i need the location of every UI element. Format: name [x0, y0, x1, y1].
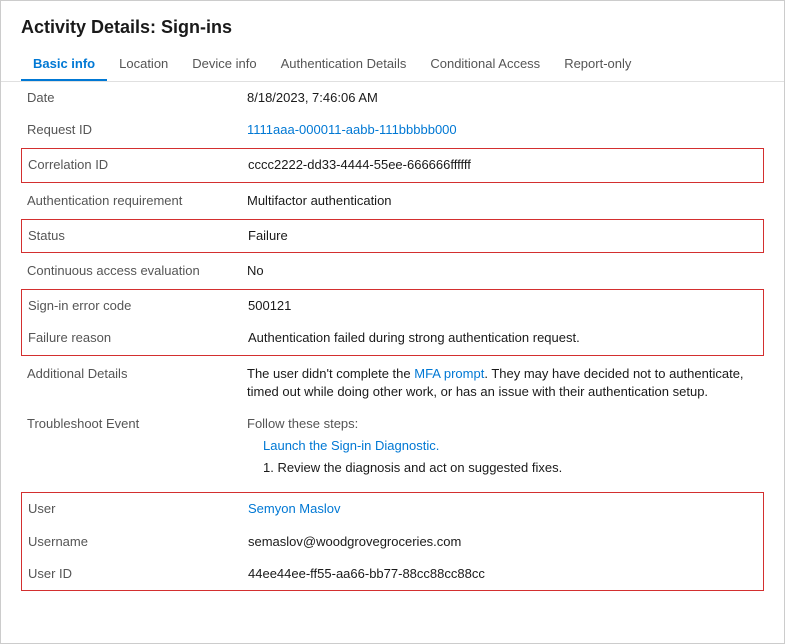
failure-reason-label: Failure reason [28, 329, 248, 345]
continuous-label: Continuous access evaluation [27, 262, 247, 278]
continuous-row: Continuous access evaluation No [21, 255, 764, 287]
tab-authentication-details[interactable]: Authentication Details [269, 48, 419, 81]
additional-details-text1: The user didn't complete the [247, 366, 414, 381]
user-row: User Semyon Maslov [22, 493, 763, 525]
title-bar: Activity Details: Sign-ins [1, 1, 784, 48]
user-id-value: 44ee44ee-ff55-aa66-bb77-88cc88cc88cc [248, 565, 757, 583]
tab-basic-info[interactable]: Basic info [21, 48, 107, 81]
page-title: Activity Details: Sign-ins [21, 17, 764, 38]
status-label: Status [28, 227, 248, 243]
additional-details-label: Additional Details [27, 365, 247, 381]
correlation-id-row: Correlation ID cccc2222-dd33-4444-55ee-6… [22, 149, 763, 181]
date-value: 8/18/2023, 7:46:06 AM [247, 89, 758, 107]
tab-report-only[interactable]: Report-only [552, 48, 643, 81]
status-box: Status Failure [21, 219, 764, 253]
correlation-id-box: Correlation ID cccc2222-dd33-4444-55ee-6… [21, 148, 764, 182]
error-code-label: Sign-in error code [28, 297, 248, 313]
auth-req-label: Authentication requirement [27, 192, 247, 208]
continuous-value: No [247, 262, 758, 280]
troubleshoot-follow: Follow these steps: [247, 415, 758, 433]
user-id-row: User ID 44ee44ee-ff55-aa66-bb77-88cc88cc… [22, 558, 763, 590]
additional-details-value: The user didn't complete the MFA prompt.… [247, 365, 758, 401]
failure-reason-row: Failure reason Authentication failed dur… [22, 322, 763, 354]
tab-location[interactable]: Location [107, 48, 180, 81]
date-row: Date 8/18/2023, 7:46:06 AM [21, 82, 764, 114]
troubleshoot-label: Troubleshoot Event [27, 415, 247, 431]
tab-device-info[interactable]: Device info [180, 48, 268, 81]
status-row: Status Failure [22, 220, 763, 252]
auth-req-value: Multifactor authentication [247, 192, 758, 210]
correlation-id-label: Correlation ID [28, 156, 248, 172]
troubleshoot-value: Follow these steps: Launch the Sign-in D… [247, 415, 758, 478]
troubleshoot-row: Troubleshoot Event Follow these steps: L… [21, 408, 764, 485]
auth-req-row: Authentication requirement Multifactor a… [21, 185, 764, 217]
error-code-value: 500121 [248, 297, 757, 315]
user-label: User [28, 500, 248, 516]
date-label: Date [27, 89, 247, 105]
username-row: Username semaslov@woodgrovegroceries.com [22, 526, 763, 558]
additional-details-link-text: MFA prompt [414, 366, 484, 381]
user-value[interactable]: Semyon Maslov [248, 500, 757, 518]
activity-details-window: Activity Details: Sign-ins Basic info Lo… [0, 0, 785, 644]
error-box: Sign-in error code 500121 Failure reason… [21, 289, 764, 355]
request-id-label: Request ID [27, 121, 247, 137]
content-area: Date 8/18/2023, 7:46:06 AM Request ID 11… [1, 82, 784, 613]
username-label: Username [28, 533, 248, 549]
username-value: semaslov@woodgrovegroceries.com [248, 533, 757, 551]
failure-reason-value: Authentication failed during strong auth… [248, 329, 757, 347]
request-id-value[interactable]: 1111aaa-000011-aabb-111bbbbb000 [247, 121, 758, 139]
user-id-label: User ID [28, 565, 248, 581]
tab-bar: Basic info Location Device info Authenti… [1, 48, 784, 82]
troubleshoot-link[interactable]: Launch the Sign-in Diagnostic. [263, 437, 758, 455]
tab-conditional-access[interactable]: Conditional Access [418, 48, 552, 81]
user-box: User Semyon Maslov Username semaslov@woo… [21, 492, 764, 591]
error-code-row: Sign-in error code 500121 [22, 290, 763, 322]
correlation-id-value: cccc2222-dd33-4444-55ee-666666ffffff [248, 156, 757, 174]
additional-details-row: Additional Details The user didn't compl… [21, 358, 764, 408]
troubleshoot-steps: Follow these steps: Launch the Sign-in D… [247, 415, 758, 478]
request-id-row: Request ID 1111aaa-000011-aabb-111bbbbb0… [21, 114, 764, 146]
status-value: Failure [248, 227, 757, 245]
troubleshoot-step1: 1. Review the diagnosis and act on sugge… [263, 459, 758, 477]
